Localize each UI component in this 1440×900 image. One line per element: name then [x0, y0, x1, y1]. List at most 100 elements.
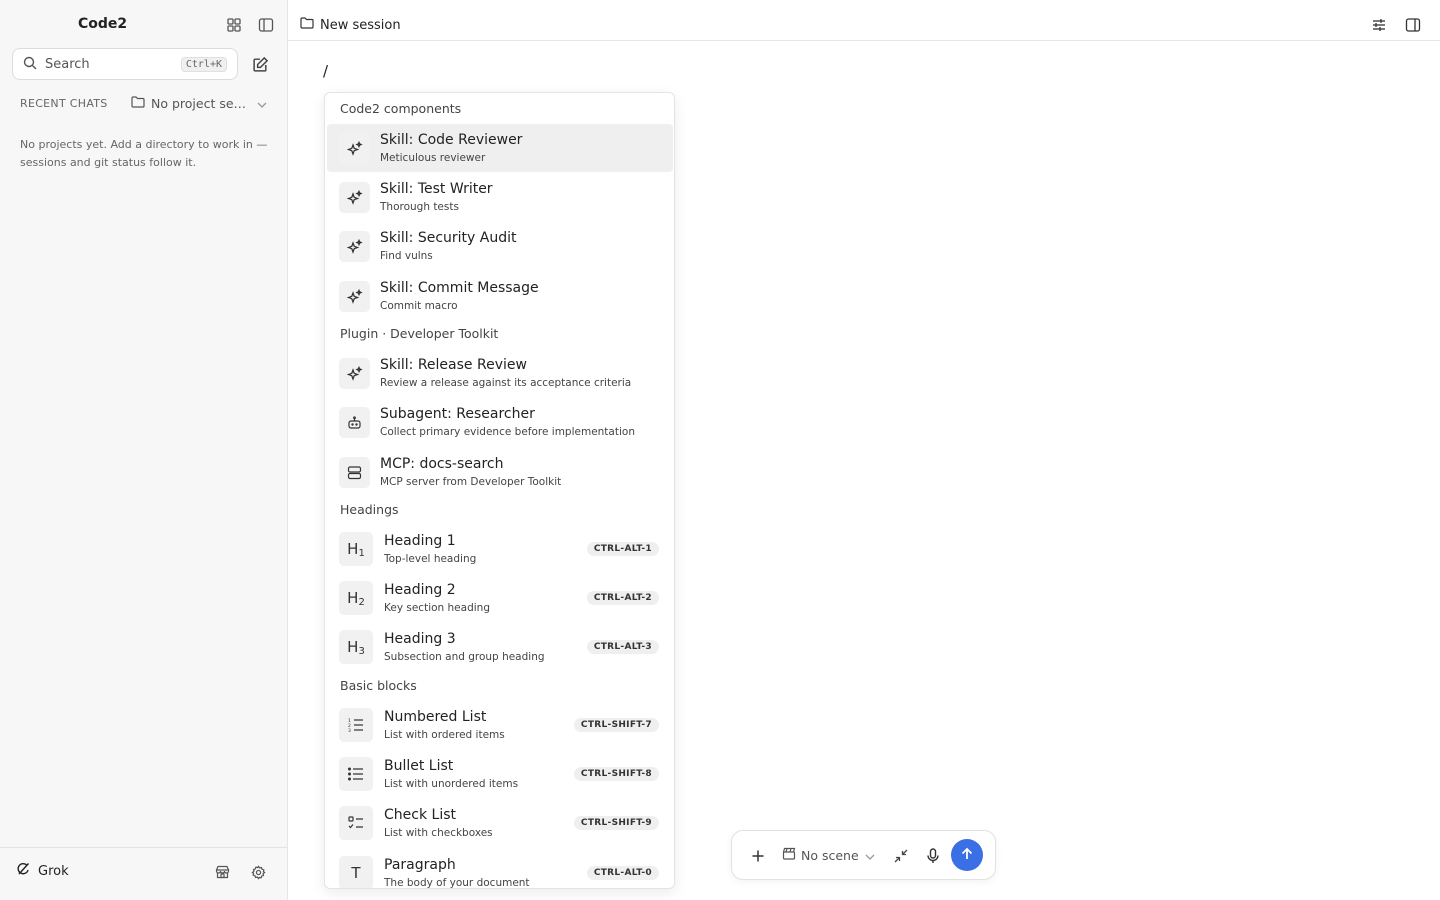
menu-item[interactable]: Skill: Security Audit Find vulns	[327, 222, 673, 270]
add-button[interactable]	[748, 846, 768, 866]
sparkles-icon	[339, 133, 370, 164]
composer-toolbar: No scene	[731, 830, 996, 880]
menu-item[interactable]: H2 Heading 2 Key section heading CTRL-ALT-2	[327, 574, 673, 622]
search-shortcut: Ctrl+K	[180, 56, 227, 72]
grok-logo-icon	[16, 862, 30, 880]
menu-item-title: Heading 1	[384, 533, 456, 549]
sparkles-icon	[339, 231, 370, 262]
menu-item[interactable]: Skill: Commit Message Commit macro	[327, 272, 673, 320]
menu-item[interactable]: Subagent: Researcher Collect primary evid…	[327, 398, 673, 446]
panel-right-icon[interactable]	[1404, 16, 1422, 34]
project-selector[interactable]: No project selected	[131, 96, 271, 111]
menu-item-title: Check List	[384, 807, 456, 823]
menu-item-description: Collect primary evidence before implemen…	[380, 426, 635, 438]
server-icon	[339, 457, 370, 488]
sparkles-icon	[339, 182, 370, 213]
recent-chats-label: RECENT CHATS	[20, 97, 108, 110]
menu-item-description: List with checkboxes	[384, 827, 493, 839]
menu-section-title: Headings	[340, 502, 399, 517]
bullet-list-icon	[339, 757, 373, 791]
menu-item-description: List with unordered items	[384, 778, 519, 790]
menu-item-title: Heading 2	[384, 582, 456, 598]
menu-item-title: Bullet List	[384, 758, 454, 774]
menu-section-title: Plugin · Developer Toolkit	[340, 326, 499, 341]
keyboard-shortcut-badge: CTRL-ALT-2	[586, 591, 659, 605]
new-chat-icon[interactable]	[250, 54, 270, 74]
settings-gear-icon[interactable]	[249, 863, 267, 881]
menu-item-description: Subsection and group heading	[384, 651, 545, 663]
menu-item[interactable]: Check List List with checkboxes CTRL-SHIFT…	[327, 799, 673, 847]
keyboard-shortcut-badge: CTRL-ALT-3	[586, 640, 659, 654]
keyboard-shortcut-badge: CTRL-SHIFT-8	[573, 767, 659, 781]
model-name: Grok	[38, 863, 69, 879]
menu-item-title: MCP: docs-search	[380, 456, 504, 472]
check-list-icon	[339, 806, 373, 840]
keyboard-shortcut-badge: CTRL-SHIFT-7	[573, 718, 659, 732]
microphone-icon[interactable]	[923, 846, 943, 866]
folder-icon	[131, 96, 145, 111]
numbered-list-icon: 123	[339, 708, 373, 742]
sidebar-toggle-icon[interactable]	[257, 16, 275, 34]
keyboard-shortcut-badge: CTRL-SHIFT-9	[573, 816, 659, 830]
paragraph-icon: T	[339, 856, 373, 888]
chevron-down-icon	[257, 96, 267, 111]
robot-icon	[339, 407, 370, 438]
menu-item-description: The body of your document	[384, 877, 530, 889]
menu-item[interactable]: Skill: Code Reviewer Meticulous reviewer	[327, 124, 673, 172]
menu-item-description: List with ordered items	[384, 729, 505, 741]
menu-item-title: Skill: Test Writer	[380, 181, 493, 197]
clapperboard-icon	[782, 847, 796, 863]
empty-projects-message: No projects yet. Add a directory to work…	[20, 138, 268, 169]
menu-item-title: Heading 3	[384, 631, 456, 647]
model-selector[interactable]: Grok	[16, 862, 69, 880]
chevron-down-icon	[865, 848, 875, 863]
menu-item[interactable]: 1 2 3 Numbered List List with ordered items C…	[327, 701, 673, 749]
search-input[interactable]: Search Ctrl+K	[12, 48, 238, 80]
slash-command-menu: Code2 components Skill: Code Reviewer Meti…	[324, 92, 675, 889]
send-button[interactable]	[951, 839, 983, 871]
menu-item-description: MCP server from Developer Toolkit	[380, 476, 562, 488]
menu-item-title: Paragraph	[384, 857, 456, 873]
menu-item-description: Top-level heading	[384, 553, 477, 565]
collapse-icon[interactable]	[891, 846, 911, 866]
arrow-up-icon	[960, 846, 974, 865]
sidebar-footer: Grok	[0, 847, 287, 900]
project-selector-label: No project selected	[151, 96, 249, 111]
menu-item[interactable]: MCP: docs-search MCP server from Develope…	[327, 448, 673, 496]
menu-item[interactable]: H3 Heading 3 Subsection and group heading C…	[327, 623, 673, 671]
keyboard-shortcut-badge: CTRL-ALT-1	[586, 542, 659, 556]
search-label: Search	[45, 56, 90, 72]
menu-item[interactable]: Skill: Test Writer Thorough tests	[327, 173, 673, 221]
search-icon	[23, 55, 37, 74]
editor-slash-input[interactable]: /	[323, 62, 328, 80]
menu-item-description: Review a release against its acceptance …	[380, 377, 632, 389]
menu-item[interactable]: H1 Heading 1 Top-level heading CTRL-ALT-1	[327, 525, 673, 573]
sidebar: Code2 Search Ctrl+K RECENT CHATS No proj…	[0, 0, 288, 900]
scene-selector[interactable]: No scene	[782, 847, 875, 863]
grid-icon[interactable]	[225, 16, 243, 34]
sliders-icon[interactable]	[1370, 16, 1388, 34]
keyboard-shortcut-badge: CTRL-ALT-0	[586, 866, 659, 880]
menu-item-description: Key section heading	[384, 602, 490, 614]
menu-item-description: Thorough tests	[380, 201, 459, 213]
menu-item-title: Skill: Release Review	[380, 357, 527, 373]
session-title[interactable]: New session	[300, 17, 401, 33]
store-icon[interactable]	[213, 863, 231, 881]
menu-item-description: Meticulous reviewer	[380, 152, 486, 164]
top-bar: New session	[288, 0, 1440, 41]
svg-text:3: 3	[348, 728, 351, 732]
menu-item-title: Skill: Code Reviewer	[380, 132, 523, 148]
sparkles-icon	[339, 358, 370, 389]
menu-item[interactable]: Skill: Release Review Review a release ag…	[327, 349, 673, 397]
menu-item-title: Skill: Commit Message	[380, 280, 539, 296]
heading-2-icon: H2	[339, 581, 373, 615]
sparkles-icon	[339, 281, 370, 312]
menu-item[interactable]: T Paragraph The body of your document CTRL-…	[327, 849, 673, 889]
folder-icon	[300, 17, 314, 33]
menu-item[interactable]: Bullet List List with unordered items CTRL…	[327, 750, 673, 798]
menu-section-title: Code2 components	[340, 101, 462, 116]
menu-section-title: Basic blocks	[340, 678, 417, 693]
heading-1-icon: H1	[339, 532, 373, 566]
menu-item-title: Skill: Security Audit	[380, 230, 517, 246]
menu-item-description: Find vulns	[380, 250, 433, 262]
